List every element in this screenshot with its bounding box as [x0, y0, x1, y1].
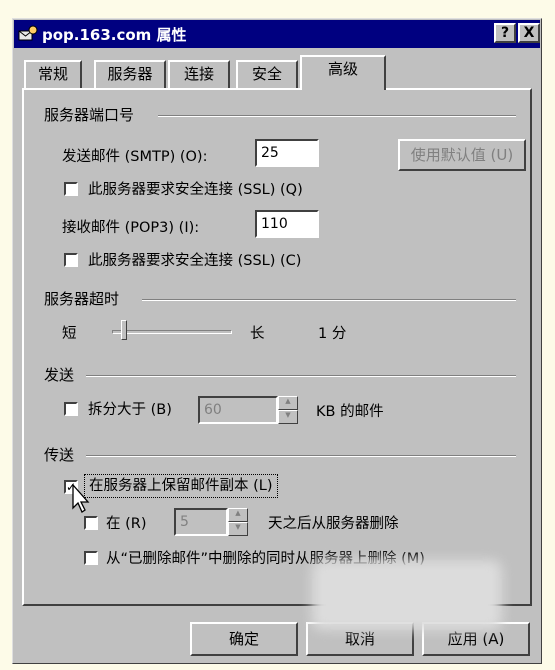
timeout-slider-track — [112, 330, 232, 334]
tab-connection[interactable]: 连接 — [168, 60, 230, 88]
ok-button[interactable]: 确定 — [190, 622, 298, 656]
timeout-short-label: 短 — [62, 326, 77, 342]
spin-arrows-icon[interactable]: ▲ ▼ — [278, 396, 298, 424]
close-button[interactable]: X — [518, 23, 540, 43]
smtp-port-label: 发送邮件 (SMTP) (O): — [62, 149, 208, 165]
arrow-cursor-icon — [72, 483, 92, 514]
pop3-port-input[interactable]: 110 — [255, 210, 319, 238]
pop3-ssl-label: 此服务器要求安全连接 (SSL) (C) — [88, 253, 302, 269]
remove-after-days-input[interactable]: 5 — [174, 508, 228, 536]
ports-group-divider — [158, 115, 516, 117]
tab-general[interactable]: 常规 — [24, 60, 82, 88]
smtp-port-input[interactable]: 25 — [255, 139, 319, 167]
smtp-ssl-label: 此服务器要求安全连接 (SSL) (Q) — [88, 182, 303, 198]
pop3-ssl-checkbox[interactable] — [64, 253, 78, 267]
remove-after-suffix: 天之后从服务器删除 — [268, 516, 399, 532]
tab-security[interactable]: 安全 — [236, 60, 298, 88]
ports-group-label: 服务器端口号 — [44, 106, 135, 124]
timeout-group-label: 服务器超时 — [44, 290, 120, 308]
timeout-long-label: 长 — [250, 326, 265, 342]
remove-after-label: 在 (R) — [106, 516, 147, 532]
timeout-slider-thumb[interactable] — [121, 320, 127, 340]
window-title: pop.163.com 属性 — [42, 26, 187, 44]
smtp-ssl-checkbox[interactable] — [64, 182, 78, 196]
use-default-button[interactable]: 使用默认值 (U) — [398, 139, 526, 171]
mail-account-icon — [18, 25, 38, 43]
keep-copy-label: 在服务器上保留邮件副本 (L) — [84, 474, 278, 498]
send-group-divider — [86, 375, 516, 377]
timeout-value: 1 分 — [318, 326, 347, 342]
timeout-group-divider — [142, 299, 516, 301]
help-button[interactable]: ? — [494, 23, 516, 43]
blurred-watermark — [312, 560, 502, 630]
split-message-checkbox[interactable] — [64, 402, 78, 416]
tab-server[interactable]: 服务器 — [94, 60, 166, 88]
send-group-label: 发送 — [44, 366, 75, 384]
remove-after-checkbox[interactable] — [84, 516, 98, 530]
pop3-port-label: 接收邮件 (POP3) (I): — [62, 220, 200, 236]
split-unit-label: KB 的邮件 — [316, 404, 384, 420]
remove-after-spin-icon[interactable]: ▲ ▼ — [228, 508, 248, 536]
delivery-group-divider — [86, 455, 516, 457]
remove-deleted-checkbox[interactable] — [84, 551, 98, 565]
tab-advanced[interactable]: 高级 — [300, 55, 386, 90]
split-size-input[interactable]: 60 — [198, 396, 278, 424]
delivery-group-label: 传送 — [44, 446, 75, 464]
split-message-label: 拆分大于 (B) — [88, 402, 172, 418]
